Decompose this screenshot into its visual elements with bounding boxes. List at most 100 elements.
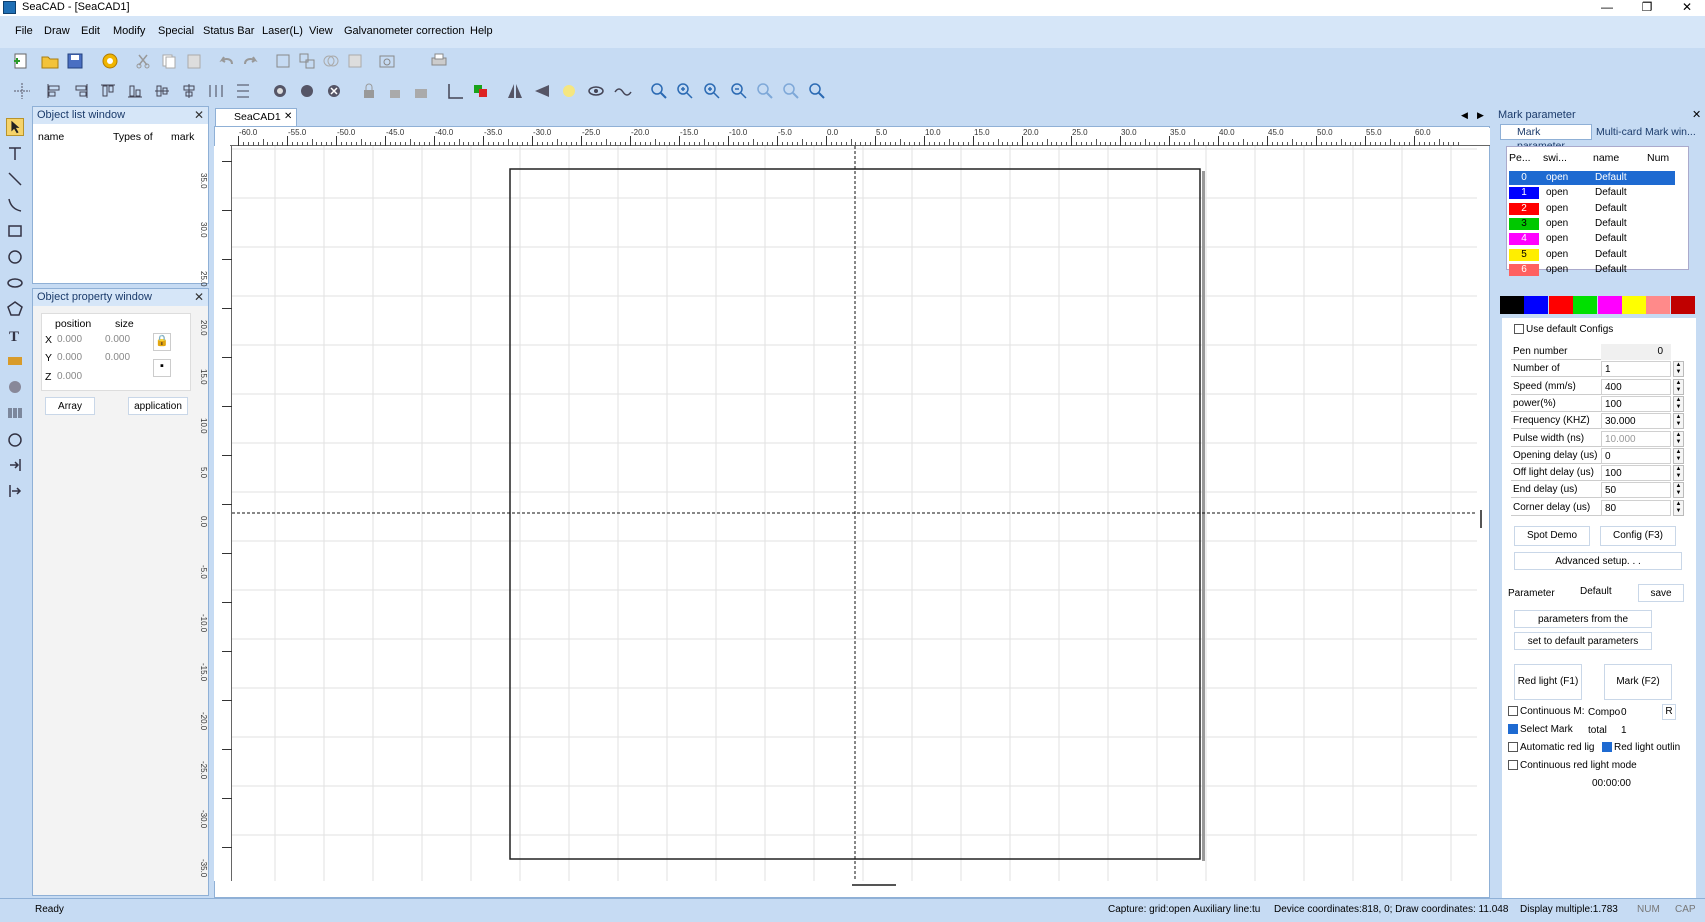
tab-mark-parameter[interactable]: Mark parameter — [1500, 124, 1592, 152]
use-default-configs-checkbox[interactable]: Use default Configs — [1514, 324, 1613, 335]
menu-galvanometer-correction[interactable]: Galvanometer correction — [344, 25, 464, 37]
close-button[interactable]: ✕ — [1670, 0, 1704, 16]
array-button[interactable]: Array — [45, 397, 95, 415]
vertical-scrollbar[interactable] — [1480, 510, 1482, 528]
param-spinner[interactable]: ▲ ▼ — [1673, 430, 1684, 447]
set-default-button[interactable]: set to default parameters — [1514, 632, 1652, 650]
mark-button[interactable]: Mark (F2) — [1604, 664, 1672, 700]
name-col-header[interactable]: name — [1593, 152, 1619, 164]
continuous-mark-box[interactable] — [1508, 706, 1518, 717]
vector-file-icon[interactable] — [6, 378, 24, 396]
text-tool-icon[interactable]: T — [6, 326, 24, 344]
param-value-field[interactable]: 1 — [1601, 361, 1671, 378]
pen-row[interactable]: 1 open Default — [1509, 186, 1675, 200]
snap-cross-icon[interactable] — [13, 82, 31, 100]
tab-scroll-right-icon[interactable]: ▶ — [1477, 110, 1484, 121]
ellipse-tool-icon[interactable] — [6, 274, 24, 292]
z-position-field[interactable]: 0.000 — [57, 371, 82, 382]
pen-col-header[interactable]: Pe... — [1509, 152, 1531, 164]
pen-row[interactable]: 2 open Default — [1509, 202, 1675, 216]
unlock-icon[interactable] — [386, 82, 404, 100]
param-value-field[interactable]: 0 — [1601, 447, 1671, 464]
palette-swatch[interactable] — [1500, 296, 1524, 314]
col-name[interactable]: name — [38, 131, 64, 143]
tab-close-icon[interactable]: ✕ — [284, 111, 292, 122]
settings-gear-icon[interactable] — [101, 52, 119, 70]
param-spinner[interactable]: ▲ ▼ — [1673, 447, 1684, 464]
red-light-button[interactable]: Red light (F1) — [1514, 664, 1582, 700]
zoom-in-icon[interactable] — [703, 82, 721, 100]
pen-row[interactable]: 0 open Default — [1509, 171, 1675, 185]
rectangle-tool-icon[interactable] — [6, 222, 24, 240]
zoom-fit-icon[interactable] — [756, 82, 774, 100]
color-fill-icon[interactable] — [472, 82, 490, 100]
pen-row[interactable]: 6 open Default — [1509, 263, 1675, 277]
param-value-field[interactable]: 80 — [1601, 499, 1671, 516]
red-light-outline-checkbox[interactable]: Red light outlin — [1602, 742, 1680, 753]
maximize-button[interactable]: ❐ — [1630, 0, 1664, 16]
light-bulb-icon[interactable] — [560, 82, 578, 100]
reset-r-button[interactable]: R — [1662, 704, 1676, 720]
spot-demo-button[interactable]: Spot Demo — [1514, 526, 1590, 546]
polygon-tool-icon[interactable] — [6, 300, 24, 318]
select-mark-box[interactable] — [1508, 724, 1518, 735]
save-icon[interactable] — [66, 52, 84, 70]
menu-edit[interactable]: Edit — [81, 25, 100, 37]
menu-laser[interactable]: Laser(L) — [262, 25, 303, 37]
param-value-field[interactable]: 0 — [1601, 344, 1671, 360]
select-mark-checkbox[interactable]: Select Mark — [1508, 724, 1573, 735]
align-center-h-icon[interactable] — [180, 82, 198, 100]
ungroup-icon[interactable] — [298, 52, 316, 70]
tab-seacad1[interactable]: SeaCAD1 ✕ — [215, 108, 297, 126]
auto-red-light-checkbox[interactable]: Automatic red lig — [1508, 742, 1594, 753]
lock-ratio-icon[interactable]: 🔒 — [153, 333, 171, 351]
line-tool-icon[interactable] — [6, 170, 24, 188]
zoom-all-icon[interactable] — [808, 82, 826, 100]
palette-swatch[interactable] — [1622, 296, 1646, 314]
use-default-checkbox-box[interactable] — [1514, 324, 1524, 335]
zoom-in-plus-icon[interactable] — [676, 82, 694, 100]
node-tool-icon[interactable] — [6, 144, 24, 162]
menu-view[interactable]: View — [309, 25, 333, 37]
circle-tool-icon[interactable] — [6, 248, 24, 266]
palette-swatch[interactable] — [1573, 296, 1598, 314]
param-spinner[interactable]: ▲ ▼ — [1673, 395, 1684, 412]
palette-swatch[interactable] — [1548, 296, 1573, 314]
distribute-h-icon[interactable] — [207, 82, 225, 100]
switch-col-header[interactable]: swi... — [1543, 152, 1567, 164]
param-spinner[interactable]: ▲ ▼ — [1673, 361, 1684, 378]
param-value-field[interactable]: 400 — [1601, 378, 1671, 395]
application-button[interactable]: application — [128, 397, 188, 415]
open-folder-icon[interactable] — [41, 52, 59, 70]
zoom-icon[interactable] — [650, 82, 668, 100]
palette-swatch[interactable] — [1646, 296, 1671, 314]
minimize-button[interactable]: — — [1590, 0, 1624, 16]
param-spinner[interactable]: ▲ ▼ — [1673, 378, 1684, 395]
bitmap-tool-icon[interactable] — [6, 352, 24, 370]
advanced-setup-button[interactable]: Advanced setup. . . — [1514, 552, 1682, 570]
select-arrow-icon[interactable] — [6, 118, 24, 136]
param-spinner[interactable]: ▲ ▼ — [1673, 499, 1684, 516]
preview-eye-icon[interactable] — [587, 82, 605, 100]
horizontal-scrollbar[interactable] — [852, 884, 896, 886]
parameter-select[interactable]: Default — [1580, 586, 1612, 597]
close-icon[interactable]: ✕ — [194, 108, 204, 122]
continuous-red-light-checkbox[interactable]: Continuous red light mode — [1508, 760, 1637, 771]
unlock-all-icon[interactable] — [412, 82, 430, 100]
rotate-icon[interactable] — [298, 82, 316, 100]
group-icon[interactable] — [274, 52, 292, 70]
align-top-icon[interactable] — [99, 82, 117, 100]
close-icon[interactable]: ✕ — [194, 290, 204, 304]
num-col-header[interactable]: Num — [1647, 152, 1669, 164]
auto-red-light-box[interactable] — [1508, 742, 1518, 753]
palette-swatch[interactable] — [1670, 296, 1695, 314]
print-icon[interactable] — [430, 52, 448, 70]
wave-icon[interactable] — [614, 82, 632, 100]
menu-help[interactable]: Help — [470, 25, 493, 37]
param-value-field[interactable]: 100 — [1601, 395, 1671, 412]
cut-icon[interactable] — [134, 52, 152, 70]
grid-icon[interactable] — [446, 82, 464, 100]
anchor-point-icon[interactable]: ▪ — [153, 359, 171, 377]
continuous-mark-checkbox[interactable]: Continuous M: — [1508, 706, 1584, 717]
param-value-field[interactable]: 100 — [1601, 465, 1671, 482]
